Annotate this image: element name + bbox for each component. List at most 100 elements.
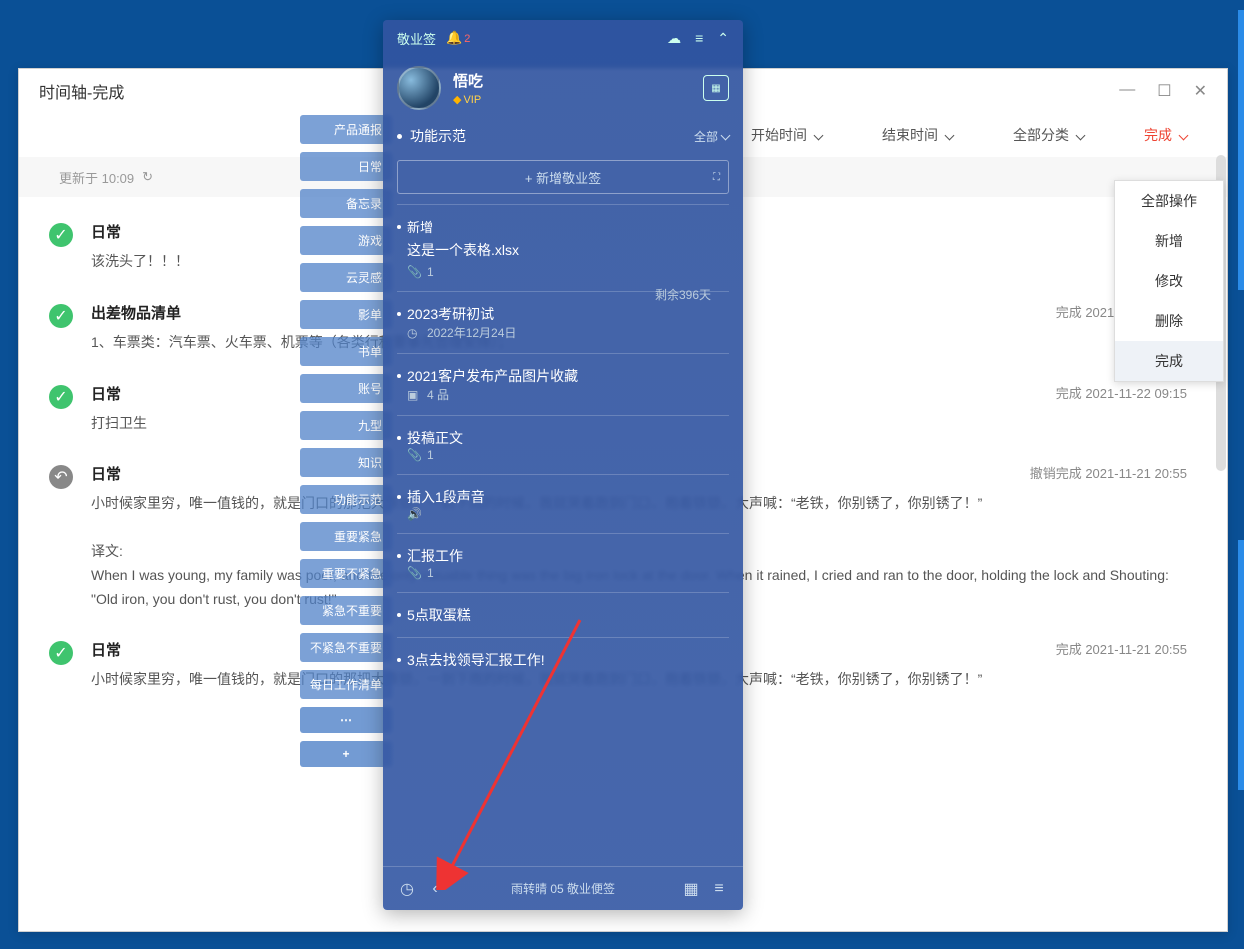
entry-label: 投稿正文 [407, 428, 463, 448]
bullet-icon [397, 495, 401, 499]
check-icon: ✓ [49, 641, 73, 665]
avatar[interactable] [397, 66, 441, 110]
clock-icon[interactable]: ◷ [393, 879, 421, 899]
widget-bottombar: ◷ ‹ 雨转晴 05 敬业便签 ▦ ≡ [383, 866, 743, 910]
category-tag[interactable]: 九型 [300, 411, 392, 440]
desktop-edge [1238, 540, 1244, 790]
category-tag[interactable]: 游戏 [300, 226, 392, 255]
widget-topbar: 敬业签 🔔2 ☁ ≡ ⌃ [383, 20, 743, 56]
close-button[interactable]: ✕ [1194, 81, 1207, 101]
bullet-icon [397, 374, 401, 378]
filter-status[interactable]: 完成 [1144, 125, 1187, 145]
maximize-button[interactable]: ☐ [1157, 81, 1171, 101]
weather-info[interactable]: 雨转晴 05 敬业便签 [449, 880, 677, 897]
desktop-edge [1238, 10, 1244, 290]
menu-icon[interactable]: ≡ [695, 30, 703, 47]
entry-meta: 📎1 [407, 448, 729, 462]
window-title: 时间轴-完成 [39, 79, 124, 103]
cloud-icon[interactable]: ☁ [667, 30, 681, 47]
minimize-button[interactable]: — [1119, 81, 1135, 101]
category-tag[interactable]: 日常 [300, 152, 392, 181]
add-tag-button[interactable]: + [300, 741, 392, 767]
img-icon: ▣ [407, 388, 421, 402]
widget-entry[interactable]: 2021客户发布产品图片收藏▣4 品 [397, 353, 729, 415]
window-controls: — ☐ ✕ [1119, 81, 1207, 101]
widget-entry[interactable]: 汇报工作📎1 [397, 533, 729, 592]
check-icon: ✓ [49, 304, 73, 328]
category-tag[interactable]: 影单 [300, 300, 392, 329]
entry-label: 插入1段声音 [407, 487, 485, 507]
category-tag[interactable]: 云灵感 [300, 263, 392, 292]
entry-meta: 📎1 [407, 265, 729, 279]
widget-entry[interactable]: 插入1段声音🔊 [397, 474, 729, 533]
section-title: 功能示范 [410, 126, 466, 146]
entry-label: 2023考研初试 [407, 304, 494, 324]
entry-label: 3点去找领导汇报工作! [407, 650, 545, 670]
widget-section-header[interactable]: 功能示范 全部 [383, 120, 743, 156]
widget-entry[interactable]: 5点取蛋糕 [397, 592, 729, 637]
calendar-icon[interactable]: ▦ [703, 75, 729, 101]
refresh-icon[interactable]: ↻ [142, 169, 153, 185]
item-timestamp: 完成 2021-11-21 20:55 [1056, 639, 1187, 658]
dropdown-item[interactable]: 全部操作 [1115, 181, 1223, 221]
item-timestamp: 完成 2021-11-22 09:15 [1056, 383, 1187, 402]
bell-icon[interactable]: 🔔2 [446, 30, 470, 46]
grid-icon[interactable]: ▦ [677, 879, 705, 899]
category-tag[interactable]: 重要紧急 [300, 522, 392, 551]
section-all[interactable]: 全部 [694, 128, 729, 145]
sticky-widget: 敬业签 🔔2 ☁ ≡ ⌃ 悟吃 VIP ▦ 功能示范 全部 + 新增敬业签 ⛶ … [383, 20, 743, 910]
undo-icon: ↶ [49, 465, 73, 489]
category-tag[interactable]: 紧急不重要 [300, 596, 392, 625]
category-tag[interactable]: 重要不紧急 [300, 559, 392, 588]
filter-end-time[interactable]: 结束时间 [882, 125, 953, 145]
bullet-icon [397, 554, 401, 558]
clip-icon: 📎 [407, 448, 421, 462]
widget-entry[interactable]: 3点去找领导汇报工作! [397, 637, 729, 682]
category-tag[interactable]: 账号 [300, 374, 392, 403]
collapse-icon[interactable]: ⌃ [717, 30, 729, 47]
category-tag[interactable]: 知识 [300, 448, 392, 477]
filter-category[interactable]: 全部分类 [1013, 125, 1084, 145]
username: 悟吃 [453, 70, 483, 91]
bullet-icon [397, 658, 401, 662]
widget-list: 新增这是一个表格.xlsx📎12023考研初试剩余396天◷2022年12月24… [383, 204, 743, 682]
entry-meta: ▣4 品 [407, 386, 729, 403]
refresh-label: 更新于 10:09 [59, 168, 134, 187]
entry-meta: 🔊 [407, 507, 729, 521]
clip-icon: 📎 [407, 566, 421, 580]
widget-user-row: 悟吃 VIP ▦ [383, 56, 743, 120]
entry-meta: 📎1 [407, 566, 729, 580]
expand-icon[interactable]: ⛶ [713, 172, 720, 183]
entry-meta: ◷2022年12月24日 [407, 324, 729, 341]
vip-badge: VIP [453, 93, 483, 106]
dropdown-item[interactable]: 新增 [1115, 221, 1223, 261]
category-tag[interactable]: 不紧急不重要 [300, 633, 392, 662]
category-tag[interactable]: 书单 [300, 337, 392, 366]
widget-entry[interactable]: 投稿正文📎1 [397, 415, 729, 474]
clock-icon: ◷ [407, 326, 421, 340]
more-icon[interactable]: ≡ [705, 880, 733, 898]
category-tag[interactable]: 产品通报 [300, 115, 392, 144]
bullet-icon [397, 613, 401, 617]
status-dropdown: 全部操作新增修改删除完成 [1114, 180, 1224, 382]
widget-entry[interactable]: 新增这是一个表格.xlsx📎1 [397, 204, 729, 291]
add-note-button[interactable]: + 新增敬业签 ⛶ [397, 160, 729, 194]
widget-entry[interactable]: 2023考研初试剩余396天◷2022年12月24日 [397, 291, 729, 353]
entry-label: 5点取蛋糕 [407, 605, 471, 625]
tag-stack: 产品通报日常备忘录游戏云灵感影单书单账号九型知识功能示范重要紧急重要不紧急紧急不… [300, 115, 392, 767]
more-tags-button[interactable]: ⋯ [300, 707, 392, 733]
dropdown-item[interactable]: 完成 [1115, 341, 1223, 381]
dot-icon [397, 134, 402, 139]
check-icon: ✓ [49, 223, 73, 247]
filter-start-time[interactable]: 开始时间 [751, 125, 822, 145]
dropdown-item[interactable]: 修改 [1115, 261, 1223, 301]
back-icon[interactable]: ‹ [421, 880, 449, 898]
dropdown-item[interactable]: 删除 [1115, 301, 1223, 341]
widget-appname: 敬业签 [397, 29, 436, 48]
clip-icon: 📎 [407, 265, 421, 279]
check-icon: ✓ [49, 385, 73, 409]
category-tag[interactable]: 功能示范 [300, 485, 392, 514]
sound-icon: 🔊 [407, 507, 421, 521]
category-tag[interactable]: 备忘录 [300, 189, 392, 218]
category-tag[interactable]: 每日工作清单 [300, 670, 392, 699]
